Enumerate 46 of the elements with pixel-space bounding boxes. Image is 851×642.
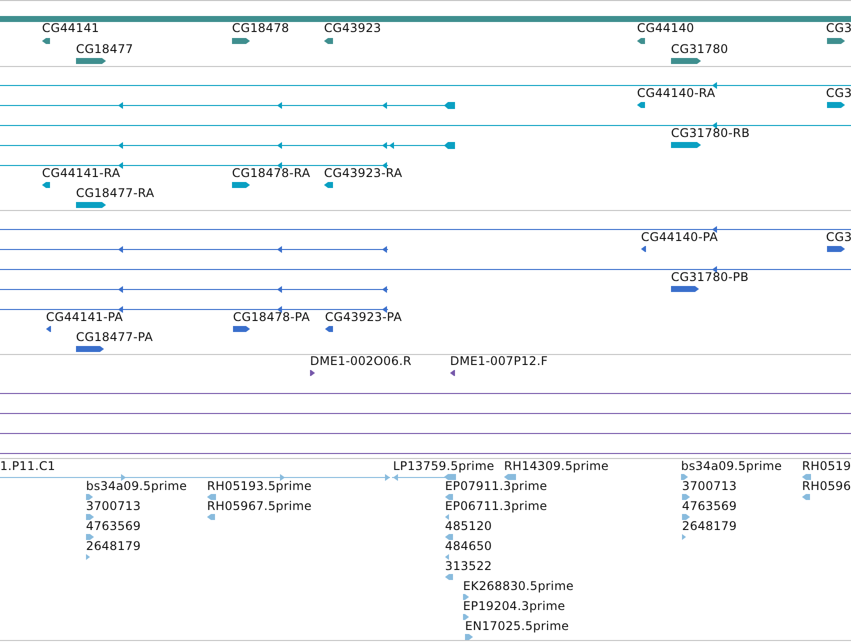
feature-label: LP13759.5prime [393,459,494,473]
feature-label: CG43923-PA [325,310,402,324]
feature-label: 4763569 [86,519,141,533]
feature-label: DME1-007P12.F [450,354,548,368]
feature-label: CG31780 [671,42,728,56]
feature-label: CG18477-PA [76,330,153,344]
feature-label: CG44141-PA [46,310,123,324]
feature-label: CG44140-RA [637,86,716,100]
feature-label: CG43923 [324,21,382,35]
feature-label: bs34a09.5prime [681,459,782,473]
feature-label: EP19204.3prime [463,599,566,613]
feature-label: 2648179 [682,519,737,533]
feature-label: 1.P11.C1 [0,459,56,473]
feature-label: 485120 [445,519,492,533]
feature-label: CG3 [826,21,851,35]
feature-label: RH14309.5prime [504,459,609,473]
feature-label: CG44140 [637,21,694,35]
feature-label: CG44141-RA [42,166,120,180]
feature-label: CG3 [826,230,851,244]
feature-label: CG44141 [42,21,100,35]
feature-label: EP06711.3prime [445,499,548,513]
feature-label: 3700713 [86,499,141,513]
feature-label: CG18478 [232,21,290,35]
feature-label: CG43923-RA [324,166,402,180]
feature-label: bs34a09.5prime [86,479,187,493]
feature-label: CG44140-PA [641,230,718,244]
feature-label: RH0519 [802,459,851,473]
feature-label: 2648179 [86,539,141,553]
feature-label: EN17025.5prime [465,619,569,633]
feature-label: EK268830.5prime [463,579,574,593]
feature-label: CG18477 [76,42,134,56]
feature-label: RH05967.5prime [207,499,312,513]
feature-label: RH05193.5prime [207,479,312,493]
feature-label: CG18477-RA [76,186,154,200]
feature-label: CG18478-RA [232,166,310,180]
feature-label: 484650 [445,539,492,553]
feature-label: EP07911.3prime [445,479,548,493]
feature-label: CG3 [826,86,851,100]
feature-label: CG18478-PA [233,310,310,324]
feature-label: CG31780-PB [671,270,749,284]
feature-label: 4763569 [682,499,737,513]
feature-label: CG31780-RB [671,126,750,140]
feature-label: RH0596 [802,479,851,493]
feature-label: 313522 [445,559,492,573]
feature-label: 3700713 [682,479,737,493]
feature-label: DME1-002O06.R [310,354,412,368]
